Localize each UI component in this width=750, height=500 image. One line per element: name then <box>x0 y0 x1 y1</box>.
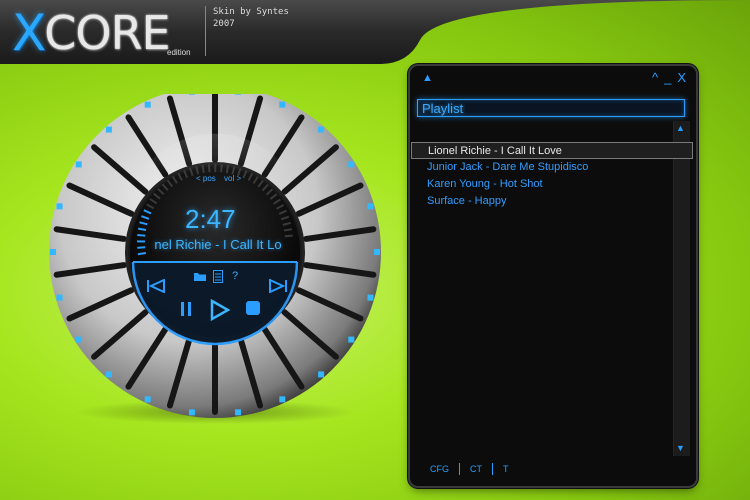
next-icon <box>269 279 287 293</box>
ring-led <box>235 409 242 416</box>
seek-tick <box>283 228 293 232</box>
seek-tick <box>137 251 147 256</box>
ring-led <box>56 294 63 301</box>
eject-icon[interactable]: ▲ <box>422 72 433 84</box>
ring-led <box>279 396 286 403</box>
ring-led <box>75 161 82 168</box>
play-icon <box>210 299 230 321</box>
ring-led <box>105 126 112 133</box>
edition-label: edition <box>167 48 191 57</box>
ring-led <box>188 94 195 95</box>
list-icon[interactable] <box>213 270 223 283</box>
ring-led <box>318 126 325 133</box>
shade-button[interactable]: ^ <box>652 70 658 85</box>
ring-led <box>235 94 242 95</box>
seek-tick <box>137 227 147 231</box>
scroll-up-icon[interactable]: ▲ <box>676 123 685 133</box>
credit-author: Skin by Syntes <box>213 7 289 17</box>
vol-label[interactable]: vol > <box>224 174 241 183</box>
window-controls: ^ _ X <box>652 70 686 85</box>
pause-icon <box>181 302 191 316</box>
ct-button[interactable]: CT <box>460 463 493 475</box>
playlist-list: Lionel Richie - I Call It Love Junior Ja… <box>411 142 693 210</box>
logo-x: X <box>12 4 46 62</box>
minimize-button[interactable]: _ <box>664 70 671 85</box>
pos-label[interactable]: < pos <box>196 174 216 183</box>
next-button[interactable] <box>266 279 288 295</box>
folder-icon[interactable] <box>193 271 207 283</box>
play-button[interactable] <box>208 299 232 323</box>
ring-led <box>367 203 374 210</box>
ring-led <box>56 203 63 210</box>
playlist-item[interactable]: Lionel Richie - I Call It Love <box>411 142 693 159</box>
playlist-item[interactable]: Surface - Happy <box>411 193 693 210</box>
cfg-button[interactable]: CFG <box>420 463 460 475</box>
ring-led <box>75 336 82 343</box>
header: X CORE edition Skin by Syntes 2007 <box>0 0 750 66</box>
scroll-down-icon[interactable]: ▼ <box>676 443 685 453</box>
playlist-bottom-bar: CFG CT T <box>410 458 696 480</box>
previous-icon <box>147 279 165 293</box>
ring-led <box>318 371 325 378</box>
logo: X CORE <box>12 4 171 62</box>
ring-led <box>367 294 374 301</box>
credit-year: 2007 <box>213 19 235 29</box>
ring-led <box>279 101 286 108</box>
player: < pos vol > 2:47 nel Richie - I Call It … <box>40 94 390 424</box>
now-playing-title: nel Richie - I Call It Lo <box>154 237 282 252</box>
playlist-item[interactable]: Karen Young - Hot Shot <box>411 176 693 193</box>
help-label[interactable]: ? <box>232 270 238 282</box>
ring-led <box>348 336 355 343</box>
logo-core: CORE <box>44 6 170 60</box>
playlist-title-field[interactable]: Playlist <box>417 99 685 117</box>
previous-button[interactable] <box>146 279 168 295</box>
t-button[interactable]: T <box>493 463 519 475</box>
time-display: 2:47 <box>185 204 236 234</box>
playlist-titlebar[interactable]: ▲ ^ _ X <box>410 66 696 92</box>
stop-button[interactable] <box>245 300 263 318</box>
seek-tick <box>137 246 146 249</box>
ring-led <box>144 101 151 108</box>
ring-led <box>50 249 56 255</box>
ring-led <box>348 161 355 168</box>
playlist-item[interactable]: Junior Jack - Dare Me Stupidisco <box>411 159 693 176</box>
player-body <box>49 94 381 424</box>
ring-led <box>144 396 151 403</box>
ring-led <box>188 409 195 416</box>
pause-button[interactable] <box>179 301 195 319</box>
header-divider <box>205 6 206 56</box>
close-button[interactable]: X <box>677 70 686 85</box>
ring-led <box>374 249 380 255</box>
seek-tick <box>137 233 146 237</box>
playlist-window: ▲ ^ _ X Playlist ▲ ▼ Lionel Richie - I C… <box>410 66 696 486</box>
credit: Skin by Syntes 2007 <box>213 6 289 30</box>
ring-led <box>105 371 112 378</box>
stop-icon <box>246 301 260 315</box>
